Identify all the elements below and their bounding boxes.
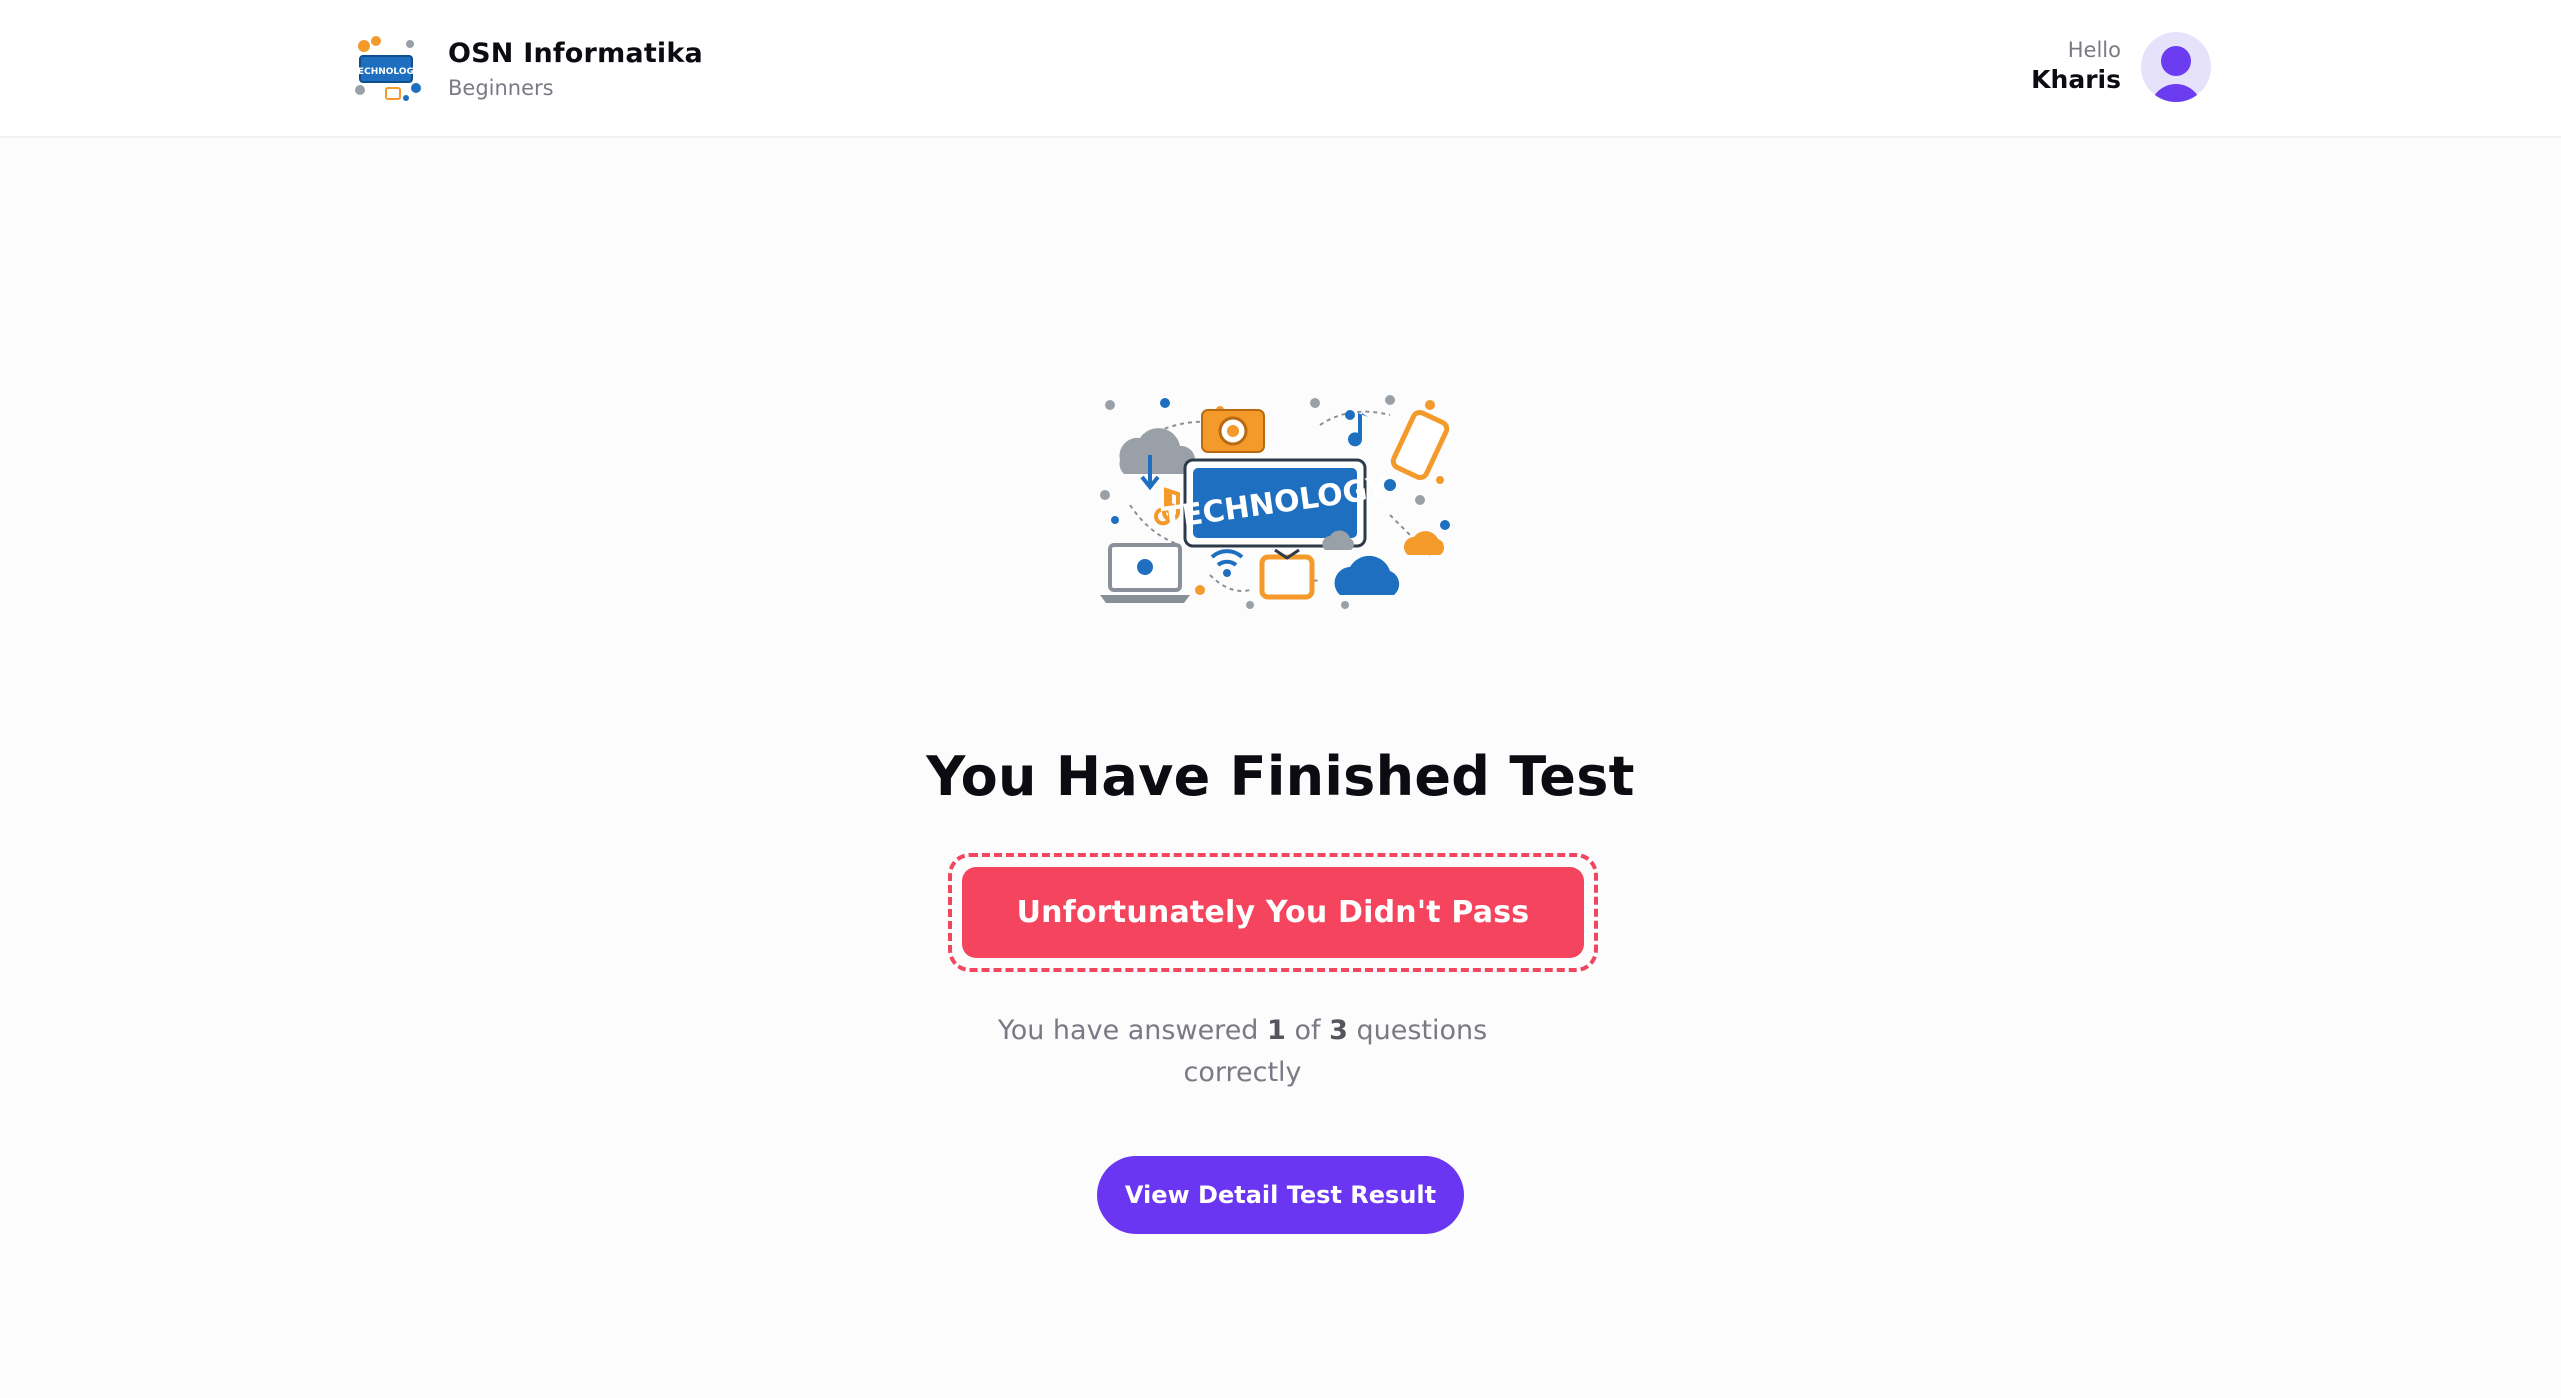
top-navbar: TECHNOLOGY OSN Informatika Beginners Hel… <box>0 0 2561 138</box>
app-subtitle: Beginners <box>448 75 554 100</box>
summary-of: of <box>1294 1015 1321 1046</box>
score-summary: You have answered 1 of 3 questions corre… <box>980 1010 1505 1094</box>
result-status-badge: Unfortunately You Didn't Pass <box>962 867 1584 958</box>
user-name: Kharis <box>2031 65 2121 95</box>
correct-count: 1 <box>1267 1015 1286 1046</box>
avatar-body <box>2150 84 2202 102</box>
brand[interactable]: TECHNOLOGY OSN Informatika Beginners <box>346 28 703 110</box>
summary-prefix: You have answered <box>997 1015 1259 1046</box>
page-title: You Have Finished Test <box>926 745 1635 808</box>
avatar-head <box>2161 46 2191 76</box>
greeting: Hello <box>2067 38 2121 63</box>
result-badge-outline: Unfortunately You Didn't Pass <box>948 853 1598 972</box>
technology-logo-icon: TECHNOLOGY <box>349 31 425 107</box>
user-avatar-icon[interactable] <box>2141 32 2211 102</box>
total-count: 3 <box>1329 1015 1348 1046</box>
app-title: OSN Informatika <box>448 37 703 69</box>
view-detail-result-button[interactable]: View Detail Test Result <box>1097 1156 1464 1234</box>
user-menu[interactable]: Hello Kharis <box>2031 32 2211 102</box>
logo-label: TECHNOLOGY <box>352 67 421 77</box>
technology-illustration: TECHNOLOGY <box>1100 395 1450 609</box>
